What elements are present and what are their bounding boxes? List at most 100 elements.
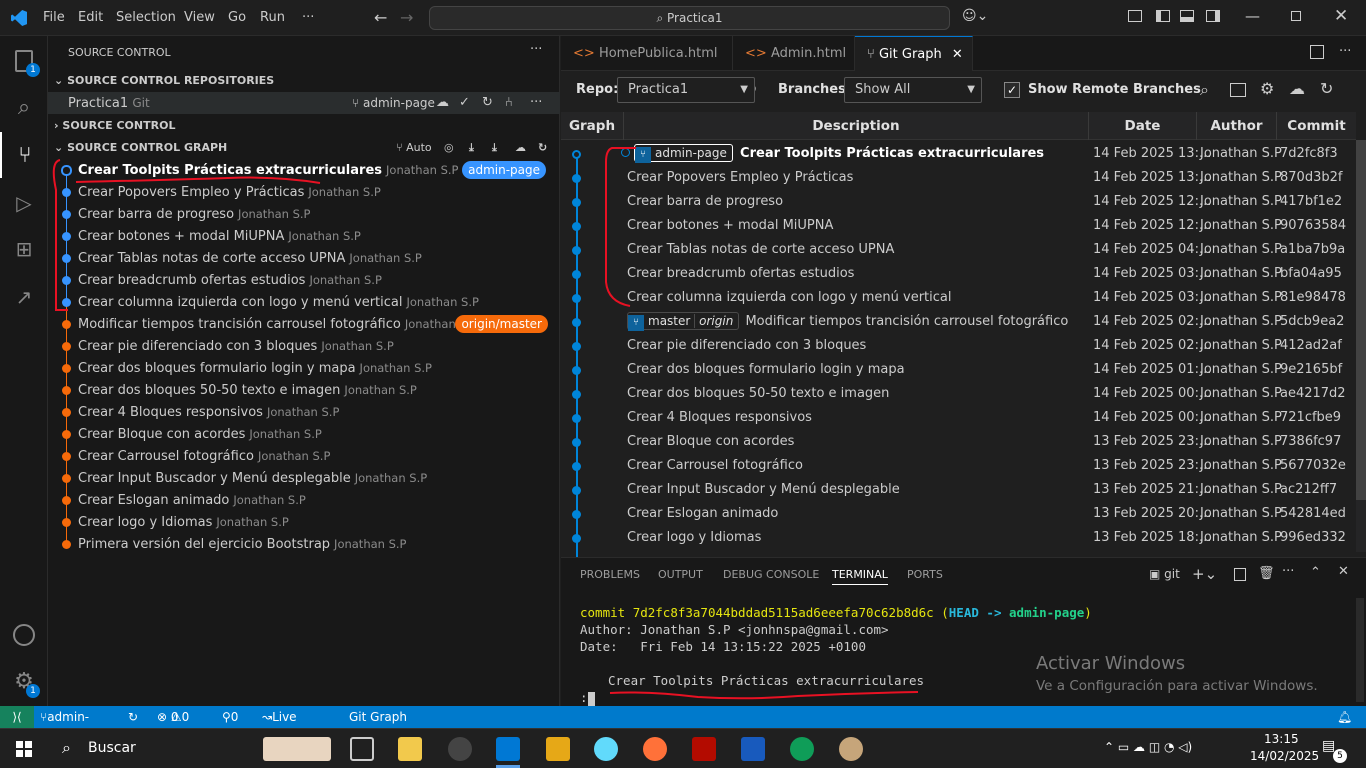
graph-commit-row[interactable]: Crear Popovers Empleo y Prácticas Jonatha…	[48, 181, 560, 203]
search-icon[interactable]: ⌕	[0, 84, 48, 130]
tray-icons[interactable]: ⌃ ▭ ☁ ◫ ◔ ◁)	[1104, 740, 1192, 754]
git-graph-row[interactable]: Crear Tablas notas de corte acceso UPNA 1…	[561, 238, 1356, 262]
graph-commit-row[interactable]: Crear breadcrumb ofertas estudios Jonatha…	[48, 269, 560, 291]
vscode-taskbar-icon[interactable]	[496, 737, 520, 761]
git-graph-row[interactable]: Crear breadcrumb ofertas estudios 14 Feb …	[561, 262, 1356, 286]
graph-commit-row[interactable]: Crear 4 Bloques responsivos Jonathan S.P	[48, 401, 560, 423]
status-problems[interactable]: ⊗ 0 ⚠ 0	[157, 706, 189, 728]
graph-commit-row[interactable]: Crear columna izquierda con logo y menú …	[48, 291, 560, 313]
graph-commit-row[interactable]: Crear Eslogan animado Jonathan S.P	[48, 489, 560, 511]
col-author[interactable]: Author	[1197, 112, 1277, 140]
paint-icon[interactable]	[839, 737, 863, 761]
app-icon[interactable]	[546, 737, 570, 761]
git-graph-row[interactable]: Crear Bloque con acordes 13 Feb 2025 23:.…	[561, 430, 1356, 454]
git-graph-row[interactable]: Crear botones + modal MiUPNA 14 Feb 2025 …	[561, 214, 1356, 238]
menu-go[interactable]: Go	[228, 10, 246, 25]
graph-commit-row[interactable]: Crear botones + modal MiUPNA Jonathan S.P	[48, 225, 560, 247]
target-icon[interactable]: ◎	[444, 137, 454, 159]
status-branch[interactable]: ⑂ admin-page	[40, 706, 89, 746]
task-view-icon[interactable]	[350, 737, 374, 761]
status-liveshare[interactable]: ↝ Live Share	[262, 706, 307, 746]
close-tab-icon[interactable]: ✕	[952, 47, 963, 62]
status-gitgraph[interactable]: Git Graph	[349, 706, 407, 728]
panel-tab-ports[interactable]: PORTS	[907, 568, 943, 581]
graph-commit-row[interactable]: Crear Carrousel fotográfico Jonathan S.P	[48, 445, 560, 467]
graph-commit-row[interactable]: Crear dos bloques 50-50 texto e imagen Jo…	[48, 379, 560, 401]
panel-tab-problems[interactable]: PROBLEMS	[580, 568, 640, 581]
graph-commit-row[interactable]: Crear dos bloques formulario login y map…	[48, 357, 560, 379]
terminal-shell[interactable]: ▣ git	[1149, 567, 1180, 581]
menu-edit[interactable]: Edit	[78, 10, 103, 25]
git-graph-row[interactable]: Crear barra de progreso 14 Feb 2025 12:..…	[561, 190, 1356, 214]
restore-icon[interactable]	[1291, 11, 1301, 21]
menu-view[interactable]: View	[184, 10, 215, 25]
git-graph-row[interactable]: Crear logo y Idiomas 13 Feb 2025 18:... Jo…	[561, 526, 1356, 550]
accounts-icon[interactable]	[0, 612, 48, 658]
git-graph-row[interactable]: Crear Carrousel fotográfico 13 Feb 2025 2…	[561, 454, 1356, 478]
panel-tab-debug-console[interactable]: DEBUG CONSOLE	[723, 568, 819, 581]
status-ports[interactable]: ⚲ 0	[222, 706, 238, 728]
run-debug-icon[interactable]: ▷	[0, 180, 48, 226]
pdf-icon[interactable]	[692, 737, 716, 761]
taskbar-search[interactable]: Buscar	[88, 740, 136, 756]
pull-icon[interactable]: ⤓	[492, 137, 497, 159]
graph-header[interactable]: ⌄ SOURCE CONTROL GRAPH ⑂ Auto ◎ ⤓ ⤓ ☁ ↻	[48, 137, 560, 159]
git-graph-row[interactable]: Crear Input Buscador y Menú desplegable 1…	[561, 478, 1356, 502]
graph-commit-row[interactable]: Crear Tablas notas de corte acceso UPNA J…	[48, 247, 560, 269]
minimize-icon[interactable]: —	[1245, 7, 1260, 25]
repo-select[interactable]: Practica1 ▼	[617, 77, 755, 103]
refresh-icon[interactable]: ↻	[482, 92, 493, 114]
terminal-prompt[interactable]: :	[580, 690, 595, 706]
sync-icon[interactable]: ↻	[128, 706, 138, 728]
git-graph-row[interactable]: ⑂ admin-page Crear Toolpits Prácticas ext…	[561, 142, 1356, 166]
git-graph-row[interactable]: Crear columna izquierda con logo y menú …	[561, 286, 1356, 310]
graph-auto-toggle[interactable]: ⑂ Auto	[396, 137, 432, 159]
repo-more-icon[interactable]: ···	[530, 92, 542, 114]
tab-admin[interactable]: <> Admin.html ●	[733, 36, 855, 96]
file-explorer-icon[interactable]	[398, 737, 422, 761]
word-icon[interactable]	[741, 737, 765, 761]
panel-tab-output[interactable]: OUTPUT	[658, 568, 703, 581]
menu-run[interactable]: Run	[260, 10, 285, 25]
sync-cloud-icon[interactable]: ☁	[436, 92, 449, 114]
panel-more-icon[interactable]: ···	[1282, 564, 1294, 579]
menu-file[interactable]: File	[43, 10, 65, 25]
new-terminal-icon[interactable]: +⌄	[1192, 565, 1217, 583]
edge-icon[interactable]	[790, 737, 814, 761]
taskbar-time[interactable]: 13:15	[1264, 732, 1299, 746]
menu-selection[interactable]: Selection	[116, 10, 176, 25]
customize-layout-icon[interactable]	[1128, 10, 1142, 22]
repo-branch[interactable]: ⑂ admin-page	[352, 92, 435, 114]
graph-commit-row[interactable]: Crear pie diferenciado con 3 bloques Jona…	[48, 335, 560, 357]
obs-icon[interactable]	[448, 737, 472, 761]
remote-branches-checkbox[interactable]: ✓	[1004, 82, 1020, 98]
menu-more[interactable]: ···	[302, 10, 314, 25]
refresh-icon[interactable]: ↻	[1320, 79, 1333, 98]
react-icon[interactable]	[594, 737, 618, 761]
remote-indicator-icon[interactable]: ⟩⟨	[0, 706, 34, 728]
git-graph-row[interactable]: Crear dos bloques formulario login y map…	[561, 358, 1356, 382]
ref-master[interactable]: ⑂ master origin	[627, 311, 740, 331]
git-graph-row[interactable]: Crear 4 Bloques responsivos 14 Feb 2025 0…	[561, 406, 1356, 430]
git-graph-row[interactable]: ⑂ master origin Modificar tiempos trancis…	[561, 310, 1356, 334]
toggle-sidebar-icon[interactable]	[1156, 10, 1170, 22]
graph-commit-row[interactable]: Primera versión del ejercicio Bootstrap J…	[48, 533, 560, 555]
commit-check-icon[interactable]: ✓	[459, 92, 470, 114]
taskbar-date[interactable]: 14/02/2025	[1250, 749, 1319, 763]
more-actions-icon[interactable]: ···	[530, 42, 542, 57]
split-editor-icon[interactable]	[1310, 45, 1324, 59]
close-window-icon[interactable]: ✕	[1334, 6, 1348, 26]
kill-terminal-icon[interactable]: 🗑	[1258, 566, 1275, 581]
graph-icon[interactable]: ⑃	[505, 92, 513, 114]
graph-scrollbar[interactable]	[1356, 140, 1366, 552]
notifications-bell-icon[interactable]: 🔔︎	[1337, 706, 1352, 728]
repo-row[interactable]: Practica1 Git ⑂ admin-page ☁ ✓ ↻ ⑃ ···	[48, 92, 560, 114]
split-terminal-icon[interactable]	[1234, 568, 1246, 581]
command-center-search[interactable]: ⌕ Practica1	[429, 6, 950, 30]
settings-gear-icon[interactable]: ⚙	[1260, 79, 1274, 98]
toggle-secondary-sidebar-icon[interactable]	[1206, 10, 1220, 22]
graph-commit-row[interactable]: Crear Toolpits Prácticas extracurricular…	[48, 159, 560, 181]
git-graph-row[interactable]: Crear Popovers Empleo y Prácticas 14 Feb …	[561, 166, 1356, 190]
explorer-icon[interactable]: 1	[0, 38, 48, 84]
toggle-panel-icon[interactable]	[1180, 10, 1194, 22]
